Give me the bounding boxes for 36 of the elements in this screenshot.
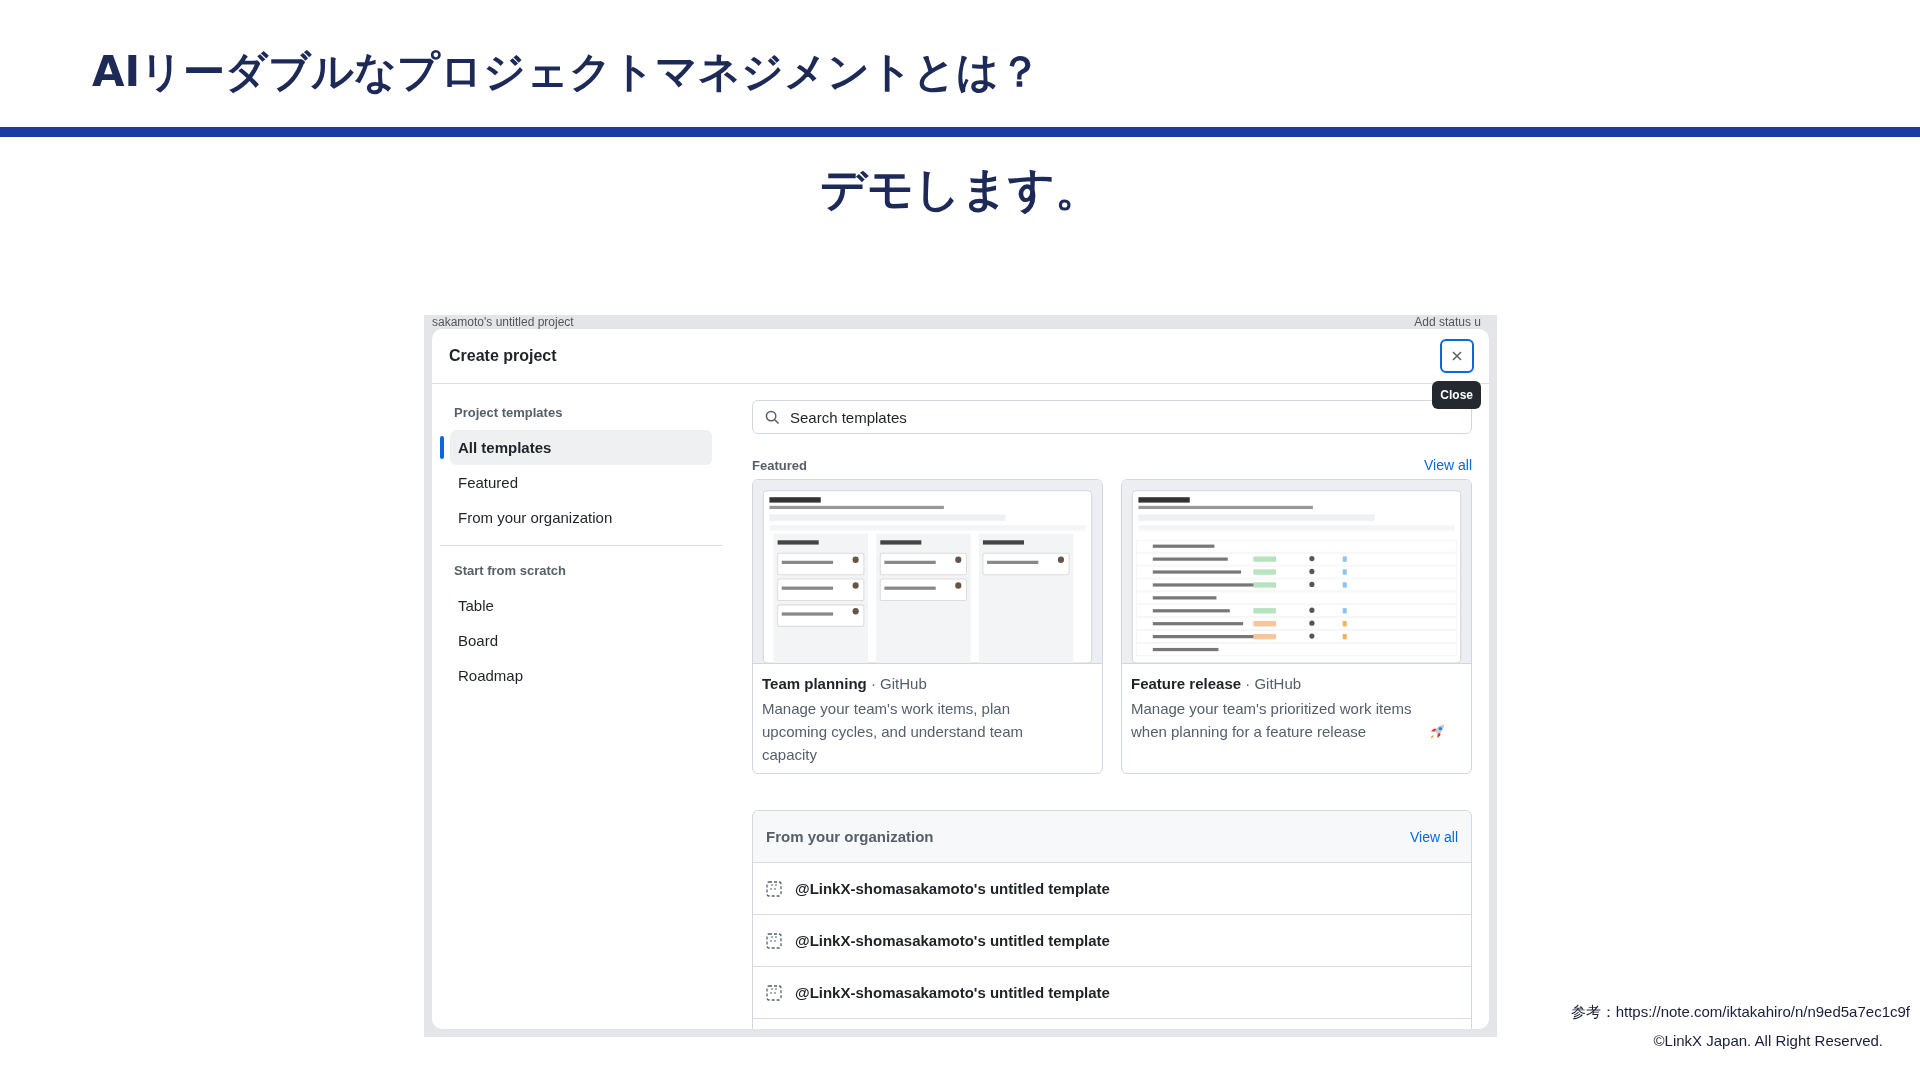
sidebar-item[interactable]: All templates [450, 430, 712, 465]
view-all-link[interactable]: View all [1424, 457, 1472, 473]
template-description: Manage your team's prioritized work items when planning for a feature release [1131, 699, 1413, 742]
section-heading: Start from scratch [453, 562, 567, 580]
template-name[interactable]: @LinkX-shomasakamoto's untitled template [795, 932, 1110, 949]
slide-title: AIリーダブルなプロジェクトマネジメントとは？ [92, 47, 1042, 96]
panel-heading: From your organization [766, 828, 934, 845]
template-title: Feature release · GitHub [1131, 674, 1303, 694]
copyright-text: ©LinkX Japan. All Right Reserved. [1653, 1031, 1883, 1051]
template-name[interactable]: @LinkX-shomasakamoto's untitled template [795, 880, 1110, 897]
view-all-link[interactable]: View all [1410, 828, 1458, 845]
section-heading: Featured [752, 458, 807, 473]
slide-subtitle: デモします。 [819, 161, 1101, 217]
template-icon [766, 984, 782, 1001]
sidebar-item[interactable]: Roadmap [450, 658, 712, 693]
project-title: sakamoto's untitled project [432, 316, 574, 328]
sidebar-item[interactable]: Table [450, 588, 712, 623]
sidebar-item[interactable]: From your organization [450, 500, 712, 535]
sidebar-item[interactable]: Featured [450, 465, 712, 500]
close-tooltip: Close [1432, 381, 1481, 409]
section-heading: Project templates [453, 404, 564, 422]
template-name[interactable]: @LinkX-shomasakamoto's untitled template [795, 984, 1110, 1001]
close-icon [1451, 350, 1463, 362]
template-title: Team planning · GitHub [762, 674, 928, 694]
template-description: Manage your team's work items, plan upcoming cycles, and understand team capacity [762, 699, 1024, 765]
close-button[interactable] [1440, 339, 1474, 373]
search-field[interactable]: Search templates [752, 400, 1472, 434]
template-icon [766, 880, 782, 897]
search-icon [765, 410, 780, 425]
reference-text: 参考：https://note.com/iktakahiro/n/n9ed5a7ec1c9f [1570, 1002, 1910, 1022]
sidebar-item[interactable]: Board [450, 623, 712, 658]
template-icon [766, 932, 782, 949]
status-label: Add status u [1414, 316, 1481, 328]
dialog-title: Create project [449, 347, 557, 365]
template-card[interactable]: Feature release · GitHub Manage your team's prioritized work items when planning for a feature release [1121, 479, 1472, 774]
template-card[interactable]: Team planning · GitHub Manage your team's work items, plan upcoming cycles, and understand team capacity [752, 479, 1103, 774]
